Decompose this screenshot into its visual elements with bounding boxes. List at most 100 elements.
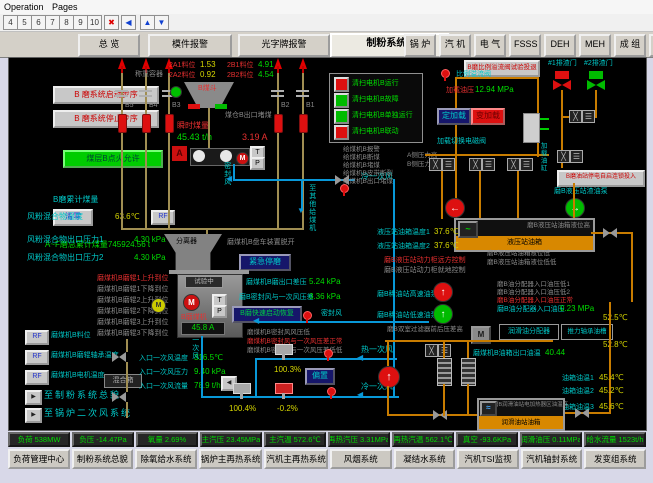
hot-pa-damper-icon[interactable] (275, 344, 293, 355)
nav-turbine-reheat-button[interactable]: 汽机主再热系统 (264, 449, 328, 469)
pa-inlet-valve2-icon[interactable] (112, 392, 126, 402)
rf-trend-button-mix[interactable]: RF (151, 210, 175, 225)
cold-pa-valve-icon[interactable] (327, 387, 336, 396)
decor (271, 95, 284, 97)
cold-pa-damper-icon[interactable] (233, 383, 251, 394)
nav-fsss-button[interactable]: FSSS (509, 34, 541, 57)
page-5-button[interactable]: 5 (17, 15, 32, 30)
page-4-button[interactable]: 4 (3, 15, 18, 30)
tank-temp1-value: 45.4℃ (599, 374, 624, 383)
solenoid-valve-icon[interactable]: ╳☰ (429, 158, 455, 171)
prop-relief-valve-icon[interactable] (441, 69, 450, 78)
outlet-press2-label: 风粉混合物出口压力2 (27, 254, 103, 263)
aux-motor-icon[interactable]: M (151, 298, 166, 313)
solenoid-valve-icon[interactable]: ╳☰ (569, 110, 595, 123)
slag-gate2-valve-icon[interactable] (587, 80, 605, 90)
up-arrow-icon[interactable]: ▲ (140, 15, 155, 30)
solenoid-valve-icon[interactable]: ╳☰ (557, 150, 583, 163)
page-9-button[interactable]: 9 (73, 15, 88, 30)
nav-module-alarm-button[interactable]: 模件报警 (148, 34, 232, 57)
nav-air-flue-button[interactable]: 风烟系统 (330, 449, 392, 469)
decor: 2.69% (165, 435, 186, 444)
var-load-button[interactable]: 变加载 (471, 108, 505, 125)
total-coal-label: B磨累计煤量 (53, 196, 98, 205)
mill-point-p-button[interactable]: P (212, 305, 227, 318)
lube-pump-icon[interactable]: ↑ (378, 366, 400, 388)
nav-turbine-button[interactable]: 汽 机 (439, 34, 471, 57)
nav-meh-button[interactable]: MEH (579, 34, 611, 57)
roller-status: 磨煤机B磨辊3上升到位 (97, 319, 169, 327)
nav-electric-button[interactable]: 电 气 (474, 34, 506, 57)
valve-icon[interactable] (340, 184, 349, 193)
station-interlock-button[interactable]: B磨油站停电自启连锁投入 (557, 170, 645, 187)
slag-gate1-valve-icon[interactable] (553, 80, 571, 90)
pa-inlet-valve-icon[interactable] (112, 352, 126, 362)
ignition-permit-button[interactable]: 煤层B点火允许 (63, 150, 163, 168)
nav-gland-seal-button[interactable]: 汽机轴封系统 (521, 449, 583, 469)
feeder-point-p-button[interactable]: P (250, 157, 265, 170)
goto-icon[interactable]: ▶ (25, 408, 42, 423)
page-8-button[interactable]: 8 (59, 15, 74, 30)
mill-motor-icon[interactable]: M (183, 294, 200, 311)
powder-valve-icon[interactable] (165, 114, 174, 133)
nav-load-mgmt-button[interactable]: 负荷管理中心 (8, 449, 70, 469)
bias-button[interactable]: 偏置 (305, 368, 335, 385)
nav-boiler-reheat-button[interactable]: 锅炉主再热系统 (199, 449, 263, 469)
powder-valve-icon[interactable] (142, 114, 151, 133)
goto-secondary-air-link[interactable]: 至锅炉二次风系统 (44, 409, 132, 419)
nav-feedwater-button[interactable]: 除氧给水系统 (135, 449, 197, 469)
down-arrow-icon[interactable]: ▼ (154, 15, 169, 30)
hs-pump-icon[interactable]: ↑ (433, 282, 453, 302)
nav-deh-button[interactable]: DEH (544, 34, 576, 57)
ls-pump-icon[interactable]: ↑ (433, 304, 453, 324)
feeder-alarm: 给煤机B堵煤 (343, 162, 380, 169)
back-arrow-icon[interactable]: ◀ (121, 15, 136, 30)
nav-pulverizing-button[interactable]: 制粉系统总貌 (72, 449, 134, 469)
nav-group-button[interactable]: 成 组 (614, 34, 646, 57)
nav-condensate-button[interactable]: 凝结水系统 (394, 449, 456, 469)
flow-left-pump-icon[interactable]: ← (445, 198, 465, 218)
page-7-button[interactable]: 7 (45, 15, 60, 30)
decor (259, 321, 429, 323)
nav-overview-button[interactable]: 总 览 (78, 34, 140, 57)
solenoid-valve-icon[interactable]: ╳☰ (425, 344, 451, 357)
fixed-load-button[interactable]: 定加载 (437, 108, 471, 125)
page-6-button[interactable]: 6 (31, 15, 46, 30)
goto-pulverizing-link[interactable]: 至制粉系统总貌 (44, 391, 121, 401)
decor (296, 90, 309, 92)
powder-valve-icon[interactable] (299, 114, 308, 133)
seal-dp-label: 磨B密封风与一次风压差 (239, 294, 314, 302)
decor: ╳ (469, 158, 482, 171)
feeder-motor-icon[interactable]: M (236, 152, 249, 165)
solenoid-valve-icon[interactable]: ╳☰ (469, 158, 495, 171)
outlet-press1-value: 4.30 kPa (134, 236, 166, 245)
seal-air-valve-icon[interactable] (303, 311, 312, 320)
nav-annunciator-button[interactable]: 光字牌报警 (238, 34, 330, 57)
menu-operation[interactable]: Operation (4, 2, 44, 12)
menu-pages[interactable]: Pages (52, 2, 78, 12)
decor: -93.6KPa (480, 435, 511, 444)
decor (201, 396, 399, 398)
emergency-stop-button[interactable]: 紧急停磨 (239, 254, 291, 271)
page-10-button[interactable]: 10 (87, 15, 102, 30)
solenoid-valve-icon[interactable]: ╳☰ (507, 158, 533, 171)
decor: ☰ (482, 158, 495, 171)
decor (387, 414, 477, 416)
flow-right-pump-icon[interactable]: → (565, 198, 585, 218)
hot-pa-valve-icon[interactable] (324, 349, 333, 358)
decor: 给水流量 (586, 434, 616, 445)
nav-params-button[interactable]: 参数一览 (649, 34, 653, 57)
cold-pa-ctrl-damper-icon[interactable] (275, 383, 293, 394)
powder-valve-icon[interactable] (118, 114, 127, 133)
nav-boiler-button[interactable]: 锅 炉 (404, 34, 436, 57)
legend-label: 清扫电机B单独运行 (352, 112, 413, 120)
nav-tsi-button[interactable]: 汽机TSI监视 (457, 449, 519, 469)
powder-valve-icon[interactable] (274, 114, 283, 133)
rf-trend-button-3[interactable]: RF (25, 370, 49, 385)
nav-generator-button[interactable]: 发变组系统 (584, 449, 646, 469)
goto-icon[interactable]: ▶ (25, 390, 42, 405)
close-icon[interactable]: ✖ (104, 15, 119, 30)
decor: ☰ (442, 158, 455, 171)
rf-trend-button-2[interactable]: RF (25, 350, 49, 365)
rf-trend-button-1[interactable]: RF (25, 330, 49, 345)
